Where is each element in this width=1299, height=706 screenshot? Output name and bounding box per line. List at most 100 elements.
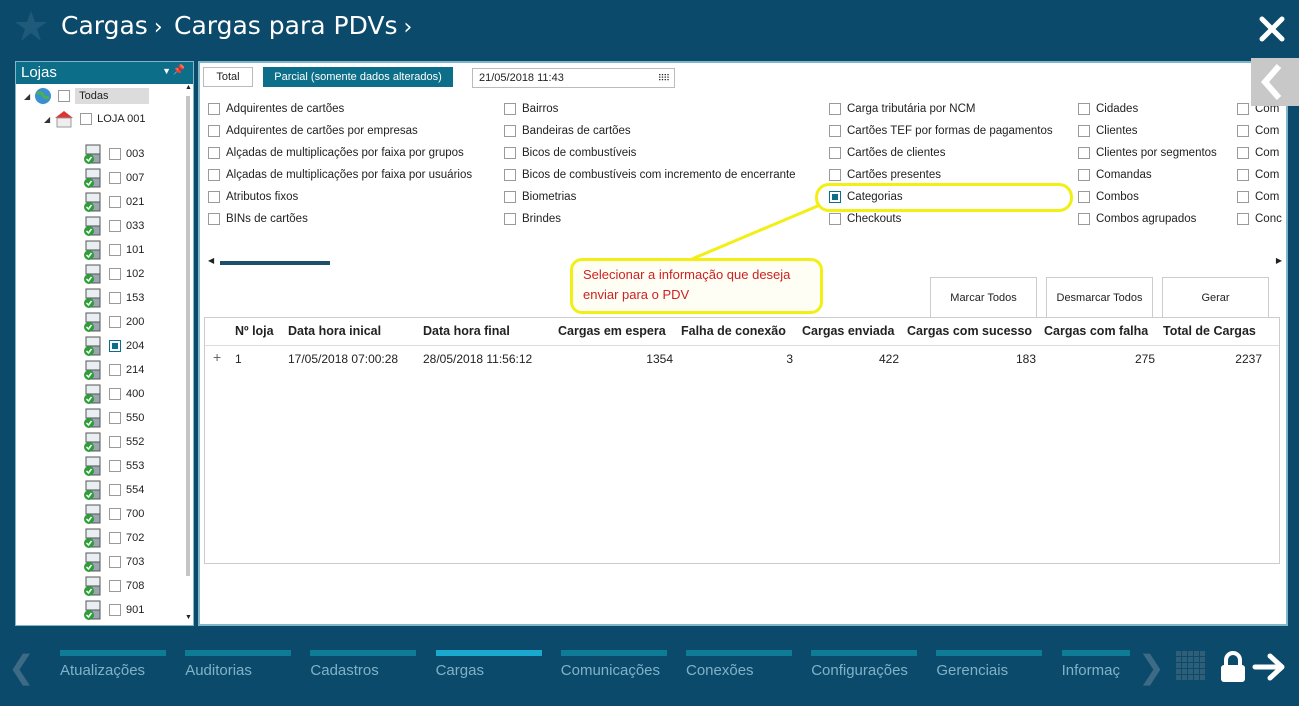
logout-arrow-icon[interactable] bbox=[1252, 652, 1286, 682]
todas-checkbox[interactable] bbox=[58, 90, 71, 102]
carga-checkbox[interactable] bbox=[504, 125, 516, 137]
carga-checkbox[interactable] bbox=[829, 103, 841, 115]
carga-checkbox[interactable] bbox=[1237, 125, 1249, 137]
carga-option[interactable]: Cartões TEF por formas de pagamentos bbox=[829, 123, 1053, 139]
pdv-checkbox[interactable] bbox=[109, 316, 121, 328]
tree-node-pdv[interactable]: 153 bbox=[82, 287, 144, 309]
carga-checkbox[interactable] bbox=[504, 169, 516, 181]
carga-option[interactable]: Cartões presentes bbox=[829, 167, 941, 183]
carga-option[interactable]: Com bbox=[1237, 145, 1279, 161]
nav-prev-icon[interactable]: ❮ bbox=[8, 648, 35, 686]
pdv-checkbox[interactable] bbox=[109, 148, 121, 160]
pdv-checkbox[interactable] bbox=[109, 436, 121, 448]
module-tab[interactable]: Comunicações bbox=[560, 650, 667, 690]
pin-icon[interactable]: 📌 bbox=[173, 65, 185, 76]
carga-checkbox[interactable] bbox=[504, 103, 516, 115]
favorite-star-icon[interactable] bbox=[14, 9, 48, 43]
scroll-thumb[interactable] bbox=[186, 96, 190, 576]
back-button[interactable] bbox=[1251, 58, 1299, 106]
tree-node-pdv[interactable]: 901 bbox=[82, 599, 144, 621]
carga-checkbox[interactable] bbox=[208, 147, 220, 159]
tree-node-pdv[interactable]: 204 bbox=[82, 335, 144, 357]
carga-checkbox[interactable] bbox=[1237, 169, 1249, 181]
carga-option[interactable]: BINs de cartões bbox=[208, 211, 308, 227]
pdv-checkbox[interactable] bbox=[109, 460, 121, 472]
tree-node-pdv[interactable]: 200 bbox=[82, 311, 144, 333]
module-tab[interactable]: Informaç bbox=[1061, 650, 1130, 690]
carga-option[interactable]: Bandeiras de cartões bbox=[504, 123, 631, 139]
module-tab[interactable]: Conexões bbox=[686, 650, 792, 690]
tree-node-pdv[interactable]: 007 bbox=[82, 167, 144, 189]
lock-icon[interactable] bbox=[1218, 650, 1248, 684]
carga-checkbox[interactable] bbox=[829, 125, 841, 137]
carga-option[interactable]: Adquirentes de cartões bbox=[208, 101, 344, 117]
tree-node-pdv[interactable]: 702 bbox=[82, 527, 144, 549]
pdv-checkbox[interactable] bbox=[109, 220, 121, 232]
column-header[interactable]: Cargas em espera bbox=[558, 324, 666, 338]
dropdown-icon[interactable]: ▼ bbox=[162, 66, 171, 76]
module-tab[interactable]: Cargas bbox=[435, 650, 542, 690]
expand-row-icon[interactable]: + bbox=[213, 349, 221, 365]
pdv-checkbox[interactable] bbox=[109, 340, 121, 352]
carga-checkbox[interactable] bbox=[208, 213, 220, 225]
column-header[interactable]: Falha de conexão bbox=[681, 324, 786, 338]
carga-option[interactable]: Comandas bbox=[1078, 167, 1152, 183]
carga-checkbox[interactable] bbox=[829, 213, 841, 225]
column-header[interactable]: Data hora final bbox=[423, 324, 510, 338]
tree-node-pdv[interactable]: 003 bbox=[82, 143, 144, 165]
pdv-checkbox[interactable] bbox=[109, 556, 121, 568]
carga-option[interactable]: Com bbox=[1237, 189, 1279, 205]
pdv-checkbox[interactable] bbox=[109, 484, 121, 496]
tree-node-loja[interactable]: ◢ LOJA 001 bbox=[44, 108, 145, 130]
carga-option[interactable]: Combos agrupados bbox=[1078, 211, 1196, 227]
scroll-left-icon[interactable]: ◀ bbox=[208, 256, 214, 265]
nav-next-icon[interactable]: ❯ bbox=[1138, 648, 1165, 686]
tree-node-pdv[interactable]: 101 bbox=[82, 239, 144, 261]
carga-checkbox[interactable] bbox=[1078, 191, 1090, 203]
pdv-checkbox[interactable] bbox=[109, 268, 121, 280]
calendar-icon[interactable]: ⠿⠿ bbox=[658, 73, 670, 84]
gerar-button[interactable]: Gerar bbox=[1162, 277, 1269, 318]
carga-checkbox[interactable] bbox=[1237, 147, 1249, 159]
lojas-scrollbar[interactable]: ▲ ▼ bbox=[184, 84, 193, 621]
pdv-checkbox[interactable] bbox=[109, 532, 121, 544]
column-header[interactable]: Cargas com sucesso bbox=[907, 324, 1032, 338]
module-tab[interactable]: Cadastros bbox=[310, 650, 417, 690]
tree-node-pdv[interactable]: 552 bbox=[82, 431, 144, 453]
carga-checkbox[interactable] bbox=[1237, 191, 1249, 203]
pdv-checkbox[interactable] bbox=[109, 388, 121, 400]
pdv-checkbox[interactable] bbox=[109, 172, 121, 184]
collapse-icon[interactable]: ◢ bbox=[24, 92, 30, 101]
tree-node-pdv[interactable]: 102 bbox=[82, 263, 144, 285]
carga-option[interactable]: Conc bbox=[1237, 211, 1282, 227]
carga-checkbox[interactable] bbox=[1078, 147, 1090, 159]
carga-checkbox[interactable] bbox=[1078, 169, 1090, 181]
carga-option[interactable]: Cidades bbox=[1078, 101, 1138, 117]
module-tab[interactable]: Gerenciais bbox=[936, 650, 1043, 690]
carga-option[interactable]: Bicos de combustíveis bbox=[504, 145, 636, 161]
pdv-checkbox[interactable] bbox=[109, 580, 121, 592]
carga-option[interactable]: Bicos de combustíveis com incremento de … bbox=[504, 167, 796, 183]
column-header[interactable]: Total de Cargas bbox=[1163, 324, 1256, 338]
carga-checkbox[interactable] bbox=[208, 169, 220, 181]
carga-checkbox[interactable] bbox=[208, 125, 220, 137]
breadcrumb-cargas[interactable]: Cargas › bbox=[61, 11, 163, 40]
module-tab[interactable]: Auditorias bbox=[185, 650, 292, 690]
pdv-checkbox[interactable] bbox=[109, 196, 121, 208]
carga-option[interactable]: Checkouts bbox=[829, 211, 901, 227]
column-header[interactable]: Data hora inical bbox=[288, 324, 381, 338]
carga-checkbox[interactable] bbox=[1237, 103, 1249, 115]
pdv-checkbox[interactable] bbox=[109, 508, 121, 520]
tree-node-pdv[interactable]: 700 bbox=[82, 503, 144, 525]
tree-node-todas[interactable]: ◢ Todas bbox=[24, 85, 149, 107]
carga-checkbox[interactable] bbox=[1078, 125, 1090, 137]
tree-node-pdv[interactable]: 708 bbox=[82, 575, 144, 597]
marcar-todos-button[interactable]: Marcar Todos bbox=[930, 277, 1037, 318]
breadcrumb-cargas-pdvs[interactable]: Cargas para PDVs › bbox=[174, 11, 412, 40]
pdv-checkbox[interactable] bbox=[109, 364, 121, 376]
carga-checkbox[interactable] bbox=[1237, 213, 1249, 225]
carga-option[interactable]: Atributos fixos bbox=[208, 189, 298, 205]
desmarcar-todos-button[interactable]: Desmarcar Todos bbox=[1046, 277, 1153, 318]
pdv-checkbox[interactable] bbox=[109, 604, 121, 616]
tree-node-pdv[interactable]: 554 bbox=[82, 479, 144, 501]
